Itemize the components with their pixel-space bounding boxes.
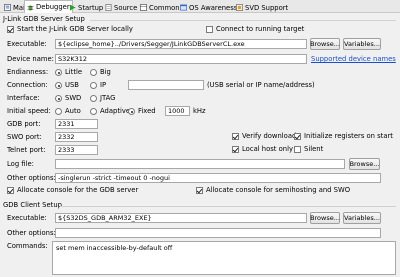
client-other-options-input[interactable] (55, 228, 381, 238)
allocate-semihosting-console-label: Allocate console for semihosting and SWO (206, 186, 351, 194)
init-registers-checkbox[interactable] (294, 133, 301, 140)
tab-startup-label: Startup (78, 3, 104, 12)
interface-jtag-radio[interactable] (90, 95, 97, 102)
endianness-big-radio[interactable] (90, 69, 97, 76)
connection-label: Connection: (7, 81, 48, 89)
connect-running-checkbox[interactable] (206, 26, 213, 33)
commands-label: Commands: (7, 242, 48, 250)
connection-hint: (USB serial or IP name/address) (207, 81, 315, 89)
silent-checkbox[interactable] (294, 146, 301, 153)
gdb-port-input[interactable]: 2331 (55, 119, 98, 129)
allocate-semihosting-console-checkbox[interactable] (196, 187, 203, 194)
svd-support-icon (236, 4, 243, 11)
log-file-browse-button[interactable]: Browse... (349, 158, 380, 170)
connect-running-label: Connect to running target (216, 25, 305, 33)
telnet-port-label: Telnet port: (7, 146, 46, 154)
telnet-port-input[interactable]: 2333 (55, 145, 98, 155)
main-icon (4, 4, 11, 11)
tab-common-label: Common (149, 3, 180, 12)
tab-common[interactable]: Common (137, 1, 183, 13)
interface-label: Interface: (7, 94, 40, 102)
commands-textarea[interactable]: set mem inaccessible-by-default off (52, 241, 396, 275)
server-section-heading: J-Link GDB Server Setup (3, 15, 85, 23)
log-file-input[interactable] (55, 159, 345, 169)
init-registers-label: Initialize registers on start (304, 132, 393, 140)
debugger-icon (27, 4, 34, 11)
speed-adaptive-label: Adaptive (100, 107, 131, 115)
tab-source[interactable]: Source (102, 1, 140, 13)
tab-debugger-label: Debugger (36, 3, 70, 11)
connection-ip-radio[interactable] (90, 82, 97, 89)
start-locally-label: Start the J-Link GDB Server locally (17, 25, 133, 33)
start-locally-checkbox[interactable] (7, 26, 14, 33)
connection-address-input[interactable] (128, 80, 204, 90)
client-section-heading: GDB Client Setup (3, 201, 62, 209)
speed-fixed-label: Fixed (138, 107, 156, 115)
section-divider (90, 20, 396, 21)
source-icon (105, 4, 112, 11)
endianness-label: Endianness: (7, 68, 49, 76)
interface-jtag-label: JTAG (100, 94, 116, 102)
tab-svd-support-label: SVD Support (245, 3, 289, 12)
tab-os-awareness-label: OS Awareness (189, 3, 238, 12)
speed-unit-label: kHz (193, 107, 206, 115)
speed-auto-radio[interactable] (55, 108, 62, 115)
interface-swd-label: SWD (65, 94, 82, 102)
verify-downloads-checkbox[interactable] (232, 133, 239, 140)
endianness-little-radio[interactable] (55, 69, 62, 76)
endianness-big-label: Big (100, 68, 111, 76)
allocate-gdb-console-checkbox[interactable] (7, 187, 14, 194)
server-browse-button[interactable]: Browse... (310, 38, 340, 50)
local-host-only-label: Local host only (242, 145, 293, 153)
verify-downloads-label: Verify downloads (242, 132, 300, 140)
gdb-port-label: GDB port: (7, 120, 41, 128)
server-variables-button[interactable]: Variables... (343, 38, 381, 50)
section-divider (60, 206, 396, 207)
log-file-label: Log file: (7, 160, 34, 168)
connection-usb-label: USB (65, 81, 79, 89)
tab-os-awareness[interactable]: OS Awareness (177, 1, 240, 13)
silent-label: Silent (304, 145, 324, 153)
connection-usb-radio[interactable] (55, 82, 62, 89)
swo-port-label: SWO port: (7, 133, 42, 141)
swo-port-input[interactable]: 2332 (55, 132, 98, 142)
tab-startup[interactable]: Startup (66, 1, 106, 13)
local-host-only-checkbox[interactable] (232, 146, 239, 153)
debugger-panel: J-Link GDB Server Setup Start the J-Link… (0, 13, 400, 277)
os-awareness-icon (180, 4, 187, 11)
client-executable-input[interactable]: ${S32DS_GDB_ARM32_EXE} (55, 213, 307, 223)
server-other-options-label: Other options: (7, 174, 56, 182)
speed-value-input[interactable]: 1000 (165, 106, 190, 116)
client-other-options-label: Other options: (7, 229, 56, 237)
interface-swd-radio[interactable] (55, 95, 62, 102)
speed-fixed-radio[interactable] (128, 108, 135, 115)
client-browse-button[interactable]: Browse... (310, 212, 340, 224)
connection-ip-label: IP (100, 81, 107, 89)
allocate-gdb-console-label: Allocate console for the GDB server (17, 186, 139, 194)
server-other-options-input[interactable]: -singlerun -strict -timeout 0 -nogui (55, 173, 381, 183)
device-name-input[interactable]: S32K312 (55, 54, 307, 64)
supported-devices-link[interactable]: Supported device names (311, 55, 396, 63)
endianness-little-label: Little (65, 68, 83, 76)
server-executable-label: Executable: (7, 40, 47, 48)
common-icon (140, 4, 147, 11)
tab-bar: Main Debugger Startup Source Common OS A… (0, 0, 400, 13)
client-executable-label: Executable: (7, 214, 47, 222)
device-name-label: Device name: (7, 55, 54, 63)
tab-source-label: Source (114, 3, 138, 12)
speed-adaptive-radio[interactable] (90, 108, 97, 115)
speed-auto-label: Auto (65, 107, 81, 115)
startup-icon (69, 4, 76, 11)
client-variables-button[interactable]: Variables... (343, 212, 381, 224)
server-executable-input[interactable]: ${eclipse_home}../Drivers/Segger/JLinkGD… (55, 39, 307, 49)
tab-svd-support[interactable]: SVD Support (233, 1, 291, 13)
initial-speed-label: Initial speed: (7, 107, 51, 115)
